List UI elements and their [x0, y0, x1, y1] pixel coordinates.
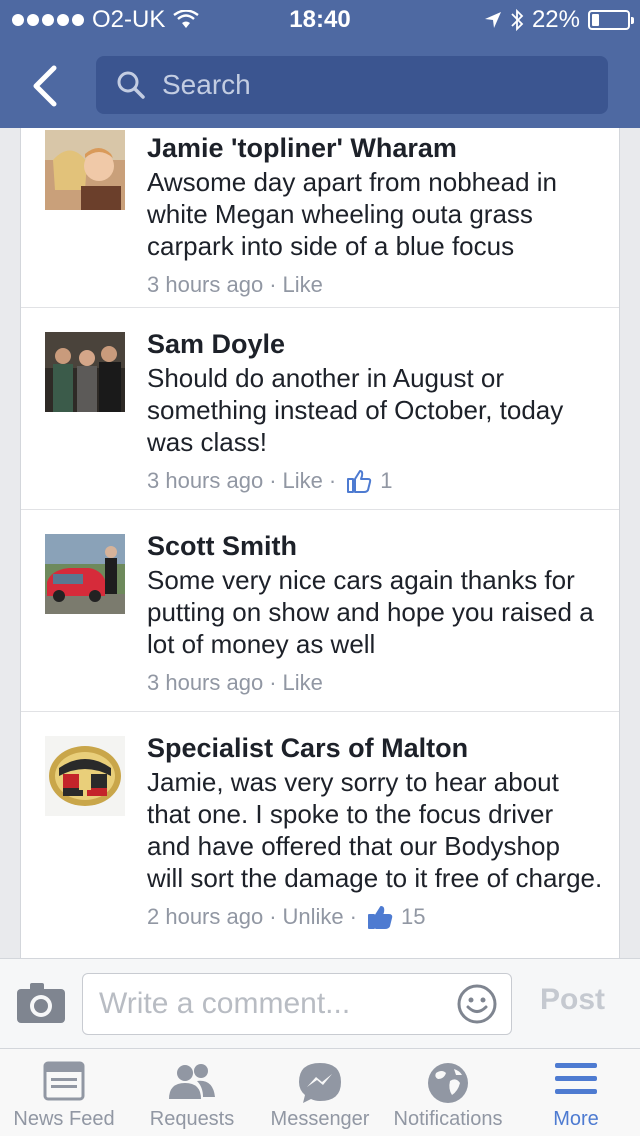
comment-item: Scott Smith Some very nice cars again th… — [21, 510, 619, 712]
search-icon — [117, 71, 145, 99]
author-name[interactable]: Jamie 'topliner' Wharam — [147, 132, 603, 164]
comment-body: Jamie 'topliner' Wharam Awsome day apart… — [147, 132, 603, 298]
tab-label: More — [553, 1108, 599, 1130]
author-name[interactable]: Specialist Cars of Malton — [147, 732, 603, 764]
comment-text: Awsome day apart from nobhead in white M… — [147, 167, 557, 261]
tab-label: Notifications — [393, 1108, 503, 1130]
tab-more[interactable]: More — [512, 1049, 640, 1136]
avatar[interactable] — [45, 736, 125, 816]
comment-placeholder: Write a comment... — [99, 987, 351, 1020]
menu-icon — [555, 1063, 597, 1094]
separator: · — [269, 468, 277, 493]
timestamp: 3 hours ago — [147, 468, 264, 493]
post-button[interactable]: Post — [540, 983, 605, 1017]
comment-meta: 3 hours ago · Like — [147, 272, 603, 298]
friends-icon — [169, 1064, 215, 1099]
tab-notifications[interactable]: Notifications — [384, 1049, 512, 1136]
like-count[interactable]: 15 — [367, 904, 425, 930]
timestamp: 3 hours ago — [147, 670, 264, 695]
like-count-value: 15 — [401, 904, 426, 929]
location-arrow-icon — [484, 12, 501, 28]
top-bar: O2-UK 18:40 22% Search — [0, 0, 640, 128]
bluetooth-icon — [511, 8, 524, 32]
comment-text: Jamie, was very sorry to hear about that… — [147, 767, 603, 893]
news-feed-icon — [43, 1061, 85, 1101]
avatar[interactable] — [45, 130, 125, 210]
tab-bar: News Feed Requests Messenger Notificatio… — [0, 1048, 640, 1136]
comment-body: Scott Smith Some very nice cars again th… — [147, 530, 603, 696]
nav-row: Search — [0, 56, 640, 116]
comment-text: Some very nice cars again thanks for put… — [147, 565, 594, 659]
search-bar[interactable]: Search — [96, 56, 608, 114]
author-name[interactable]: Sam Doyle — [147, 328, 603, 360]
battery-icon — [588, 10, 634, 30]
like-link[interactable]: Like — [283, 670, 323, 696]
tab-label: Messenger — [270, 1108, 370, 1130]
comment-body: Sam Doyle Should do another in August or… — [147, 328, 603, 494]
like-link[interactable]: Like — [283, 468, 323, 494]
author-name[interactable]: Scott Smith — [147, 530, 603, 562]
separator: · — [328, 468, 337, 493]
separator: · — [269, 272, 277, 297]
thumbs-up-icon — [347, 470, 372, 493]
comment-item: Sam Doyle Should do another in August or… — [21, 308, 619, 510]
comment-composer: Write a comment... Post — [0, 958, 640, 1048]
separator: · — [269, 670, 277, 695]
thumbs-up-icon — [368, 906, 393, 929]
comment-body: Specialist Cars of Malton Jamie, was ver… — [147, 732, 603, 930]
back-chevron-icon[interactable] — [26, 62, 66, 110]
timestamp: 2 hours ago — [147, 904, 264, 929]
tab-messenger[interactable]: Messenger — [256, 1049, 384, 1136]
avatar[interactable] — [45, 332, 125, 412]
smiley-sticker-icon[interactable] — [457, 984, 497, 1024]
unlike-link[interactable]: Unlike — [283, 904, 344, 930]
globe-icon — [428, 1063, 468, 1103]
status-right: 22% — [484, 6, 634, 34]
comments-list: Jamie 'topliner' Wharam Awsome day apart… — [20, 128, 620, 958]
comment-item: Specialist Cars of Malton Jamie, was ver… — [21, 712, 619, 958]
comment-meta: 2 hours ago · Unlike · 15 — [147, 904, 603, 930]
battery-percent: 22% — [531, 6, 580, 33]
avatar[interactable] — [45, 534, 125, 614]
separator: · — [349, 904, 357, 929]
messenger-icon — [299, 1063, 341, 1103]
comment-meta: 3 hours ago · Like — [147, 670, 603, 696]
tab-label: Requests — [149, 1108, 235, 1130]
camera-icon[interactable] — [16, 981, 66, 1025]
comment-text: Should do another in August or something… — [147, 363, 564, 457]
comment-meta: 3 hours ago · Like · 1 — [147, 468, 603, 494]
timestamp: 3 hours ago — [147, 272, 264, 297]
search-placeholder: Search — [162, 69, 251, 100]
comment-input[interactable]: Write a comment... — [82, 973, 512, 1035]
tab-news-feed[interactable]: News Feed — [0, 1049, 128, 1136]
like-link[interactable]: Like — [283, 272, 323, 298]
like-count[interactable]: 1 — [346, 468, 392, 494]
like-count-value: 1 — [380, 468, 393, 493]
comment-item: Jamie 'topliner' Wharam Awsome day apart… — [21, 128, 619, 308]
status-bar: O2-UK 18:40 22% — [0, 0, 640, 40]
tab-requests[interactable]: Requests — [128, 1049, 256, 1136]
separator: · — [269, 904, 277, 929]
